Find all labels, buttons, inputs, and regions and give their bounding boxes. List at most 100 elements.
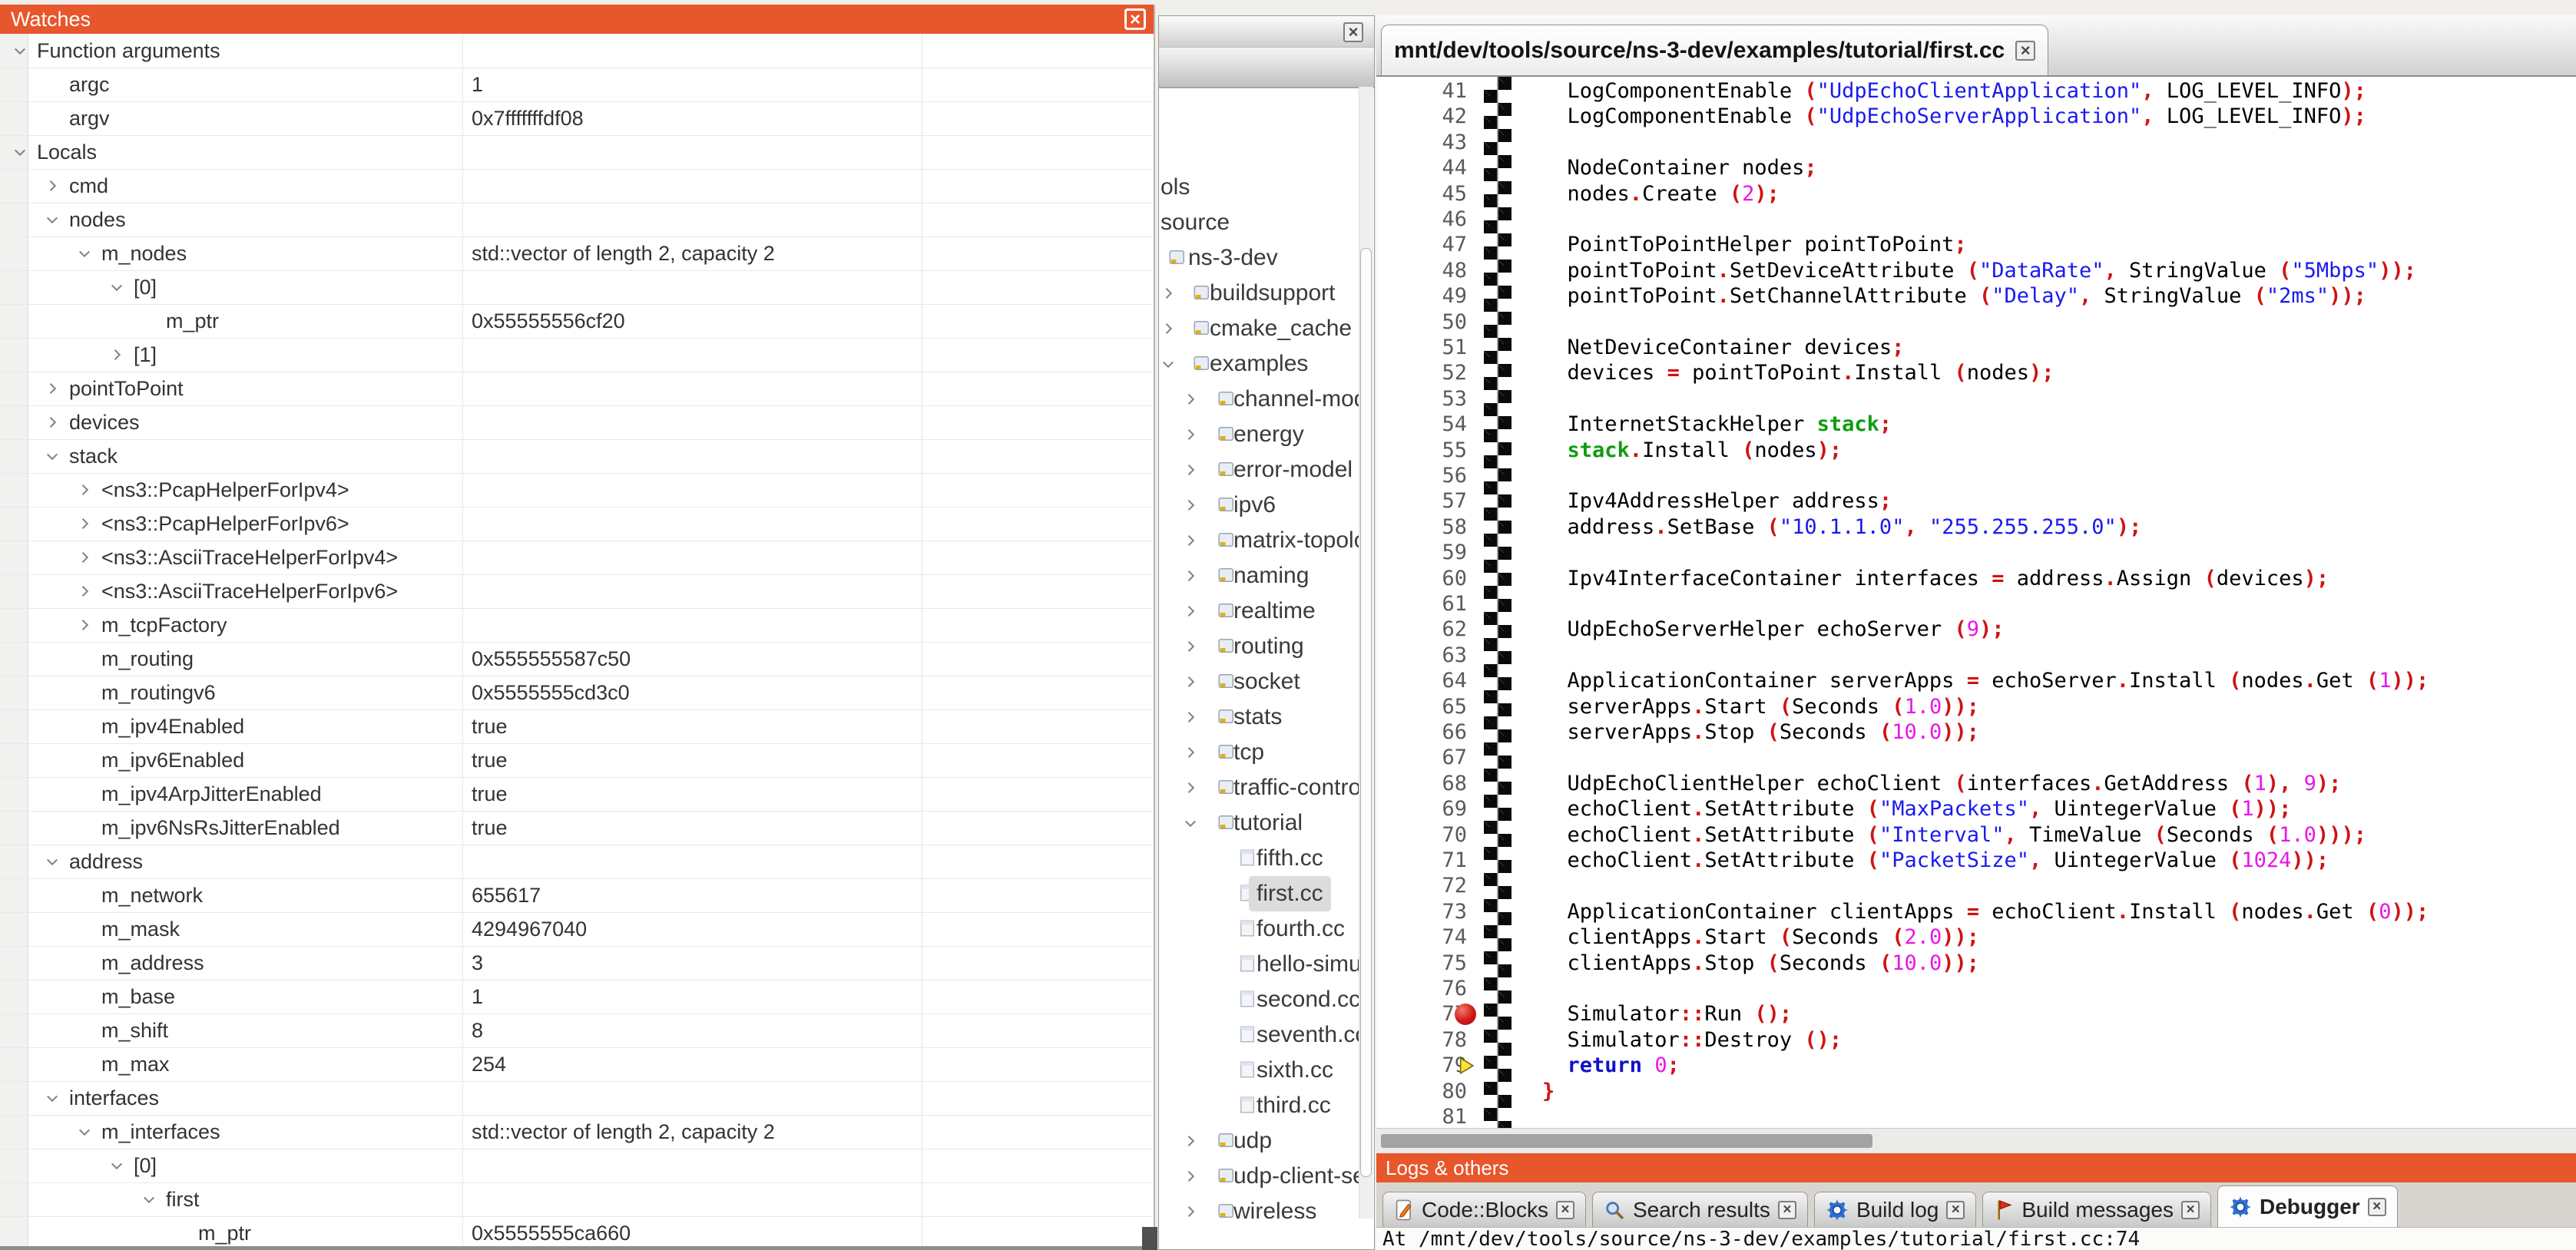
code-line[interactable]: 66 serverApps.Stop (Seconds (10.0)); xyxy=(1376,719,2576,746)
line-number[interactable]: 77 xyxy=(1376,1001,1467,1027)
line-number[interactable]: 46 xyxy=(1376,207,1467,233)
tree-item-hello-simul[interactable]: hello-simul xyxy=(1159,947,1360,982)
close-icon[interactable]: × xyxy=(1556,1201,1574,1219)
line-number[interactable]: 63 xyxy=(1376,643,1467,669)
code-line[interactable]: 45 nodes.Create (2); xyxy=(1376,181,2576,207)
code-line[interactable]: 77 Simulator::Run (); xyxy=(1376,1001,2576,1027)
line-number[interactable]: 68 xyxy=(1376,771,1467,797)
chevron-right-icon[interactable] xyxy=(1183,1133,1198,1149)
line-number[interactable]: 70 xyxy=(1376,822,1467,848)
close-icon[interactable]: × xyxy=(1343,22,1363,42)
watch-row[interactable]: m_ipv6Enabledtrue xyxy=(0,743,1154,778)
code-line[interactable]: 62 UdpEchoServerHelper echoServer (9); xyxy=(1376,617,2576,643)
watch-row[interactable]: m_network655617 xyxy=(0,878,1154,913)
watch-row[interactable]: m_shift8 xyxy=(0,1014,1154,1048)
chevron-down-icon[interactable] xyxy=(45,212,60,227)
watches-scroll-corner[interactable] xyxy=(1142,1227,1157,1250)
code-line[interactable]: 69 echoClient.SetAttribute ("MaxPackets"… xyxy=(1376,796,2576,822)
tree-item-source[interactable]: source xyxy=(1159,205,1360,240)
line-number[interactable]: 65 xyxy=(1376,694,1467,720)
watch-row[interactable]: <ns3::AsciiTraceHelperForIpv4> xyxy=(0,541,1154,575)
line-number[interactable]: 50 xyxy=(1376,309,1467,336)
logs-tab-build-messages[interactable]: Build messages× xyxy=(1982,1192,2211,1227)
code-line[interactable]: 79 return 0; xyxy=(1376,1053,2576,1079)
line-number[interactable]: 71 xyxy=(1376,848,1467,874)
chevron-right-icon[interactable] xyxy=(1183,604,1198,619)
watch-row[interactable]: stack xyxy=(0,439,1154,474)
code-line[interactable]: 48 pointToPoint.SetDeviceAttribute ("Dat… xyxy=(1376,258,2576,284)
code-line[interactable]: 80} xyxy=(1376,1079,2576,1105)
tree-scrollbar-thumb[interactable] xyxy=(1360,248,1372,1177)
watch-row[interactable]: m_ipv4ArpJitterEnabledtrue xyxy=(0,777,1154,812)
line-number[interactable]: 80 xyxy=(1376,1079,1467,1105)
code-line[interactable]: 41 LogComponentEnable ("UdpEchoClientApp… xyxy=(1376,78,2576,104)
chevron-right-icon[interactable] xyxy=(1161,286,1176,301)
code-line[interactable]: 47 PointToPointHelper pointToPoint; xyxy=(1376,232,2576,258)
breakpoint-icon[interactable] xyxy=(1455,1004,1476,1025)
code-line[interactable]: 53 xyxy=(1376,386,2576,412)
tree-item-tcp[interactable]: tcp xyxy=(1159,735,1360,770)
watch-row[interactable]: Locals xyxy=(0,135,1154,170)
watch-row[interactable]: m_ipv4Enabledtrue xyxy=(0,709,1154,744)
watch-row[interactable]: m_routingv60x5555555cd3c0 xyxy=(0,676,1154,710)
line-number[interactable]: 57 xyxy=(1376,488,1467,514)
line-number[interactable]: 60 xyxy=(1376,566,1467,592)
code-line[interactable]: 76 xyxy=(1376,976,2576,1002)
tree-item-tutorial[interactable]: tutorial xyxy=(1159,805,1360,841)
chevron-right-icon[interactable] xyxy=(45,415,60,430)
chevron-right-icon[interactable] xyxy=(1183,639,1198,654)
line-number[interactable]: 44 xyxy=(1376,155,1467,181)
chevron-down-icon[interactable] xyxy=(1161,356,1176,372)
editor-hscrollbar[interactable] xyxy=(1376,1128,2576,1153)
editor-hscrollbar-thumb[interactable] xyxy=(1381,1134,1872,1148)
code-line[interactable]: 70 echoClient.SetAttribute ("Interval", … xyxy=(1376,822,2576,848)
code-line[interactable]: 71 echoClient.SetAttribute ("PacketSize"… xyxy=(1376,848,2576,874)
tree-item-first-cc[interactable]: first.cc xyxy=(1159,876,1360,911)
line-number[interactable]: 64 xyxy=(1376,668,1467,694)
line-number[interactable]: 62 xyxy=(1376,617,1467,643)
line-number[interactable]: 59 xyxy=(1376,540,1467,566)
chevron-right-icon[interactable] xyxy=(45,178,60,193)
code-line[interactable]: 56 xyxy=(1376,463,2576,489)
close-icon[interactable]: × xyxy=(1778,1201,1796,1219)
watch-row[interactable]: m_mask4294967040 xyxy=(0,912,1154,947)
chevron-down-icon[interactable] xyxy=(1183,815,1198,831)
tree-item-udp[interactable]: udp xyxy=(1159,1123,1360,1159)
chevron-down-icon[interactable] xyxy=(12,144,28,160)
watch-row[interactable]: m_interfacesstd::vector of length 2, cap… xyxy=(0,1115,1154,1149)
tree-item-second-cc[interactable]: second.cc xyxy=(1159,982,1360,1017)
watch-row[interactable]: interfaces xyxy=(0,1081,1154,1116)
watch-row[interactable]: cmd xyxy=(0,169,1154,203)
watch-row[interactable]: m_tcpFactory xyxy=(0,608,1154,643)
tree-item-socket[interactable]: socket xyxy=(1159,664,1360,699)
line-number[interactable]: 61 xyxy=(1376,591,1467,617)
close-icon[interactable]: × xyxy=(2015,41,2035,61)
line-number[interactable]: 52 xyxy=(1376,360,1467,386)
chevron-right-icon[interactable] xyxy=(77,482,92,498)
tree-item-error-model[interactable]: error-model xyxy=(1159,452,1360,488)
line-number[interactable]: 45 xyxy=(1376,181,1467,207)
chevron-down-icon[interactable] xyxy=(12,43,28,58)
code-line[interactable]: 78 Simulator::Destroy (); xyxy=(1376,1027,2576,1053)
editor-tab-first-cc[interactable]: mnt/dev/tools/source/ns-3-dev/examples/t… xyxy=(1381,25,2048,75)
line-number[interactable]: 41 xyxy=(1376,78,1467,104)
chevron-right-icon[interactable] xyxy=(1183,745,1198,760)
chevron-down-icon[interactable] xyxy=(45,448,60,464)
close-icon[interactable]: × xyxy=(2181,1201,2200,1219)
watch-row[interactable]: Function arguments xyxy=(0,34,1154,68)
watch-row[interactable]: [1] xyxy=(0,338,1154,372)
watch-row[interactable]: m_base1 xyxy=(0,980,1154,1014)
tree-item-third-cc[interactable]: third.cc xyxy=(1159,1088,1360,1123)
chevron-right-icon[interactable] xyxy=(77,516,92,531)
tree-item-ipv6[interactable]: ipv6 xyxy=(1159,488,1360,523)
code-line[interactable]: 57 Ipv4AddressHelper address; xyxy=(1376,488,2576,514)
code-line[interactable]: 44 NodeContainer nodes; xyxy=(1376,155,2576,181)
close-icon[interactable]: × xyxy=(1124,8,1146,30)
chevron-down-icon[interactable] xyxy=(45,1090,60,1106)
line-number[interactable]: 42 xyxy=(1376,104,1467,130)
line-number[interactable]: 67 xyxy=(1376,745,1467,771)
chevron-down-icon[interactable] xyxy=(109,279,124,295)
code-line[interactable]: 52 devices = pointToPoint.Install (nodes… xyxy=(1376,360,2576,386)
tree-item-buildsupport[interactable]: buildsupport xyxy=(1159,276,1360,311)
chevron-right-icon[interactable] xyxy=(1183,674,1198,689)
